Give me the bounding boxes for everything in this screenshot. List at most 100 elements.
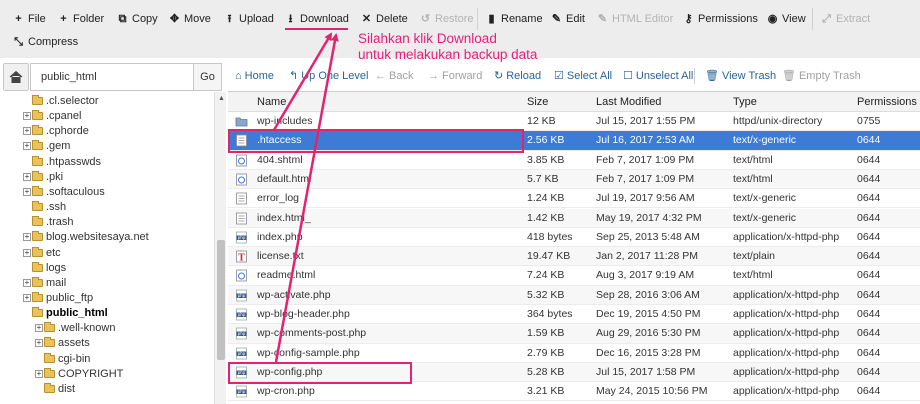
back-button[interactable]: ← Back <box>375 65 413 87</box>
expand-icon[interactable]: + <box>23 172 31 181</box>
up-one-level-button[interactable]: ↰ Up One Level <box>289 65 368 87</box>
table-row[interactable]: Tlicense.txt 19.47 KB Jan 2, 2017 11:28 PM… <box>228 247 920 267</box>
tree-item[interactable]: .htpasswds <box>32 155 101 170</box>
table-row[interactable]: php wp-cron.php 3.21 KB May 24, 2015 10:56 … <box>228 382 920 402</box>
tree-item[interactable]: + .gem <box>23 139 70 154</box>
restore-button[interactable]: ↺ Restore <box>420 9 474 29</box>
home-nav-button[interactable]: ⌂ Home <box>235 65 274 87</box>
view-trash-button[interactable]: 🗑 View Trash <box>705 65 776 87</box>
eye-icon: ◉ <box>767 13 778 25</box>
move-button[interactable]: ✥ Move <box>169 9 211 29</box>
new-folder-button[interactable]: + Folder <box>58 9 104 29</box>
reload-button[interactable]: ↻ Reload <box>494 65 541 87</box>
folder-tree: .cl.selector + .cpanel + .cphorde + .gem .htpas… <box>0 92 226 404</box>
select-all-button[interactable]: ☑ Select All <box>554 65 612 87</box>
extract-button[interactable]: ⤢ Extract <box>821 9 870 29</box>
cell-name: error_log <box>257 192 300 205</box>
cell-type: text/x-generic <box>733 134 797 147</box>
tree-item[interactable]: public_html <box>32 306 108 321</box>
column-header-name[interactable]: Name <box>257 92 286 112</box>
column-header-permissions[interactable]: Permissions <box>857 92 917 112</box>
empty-trash-button[interactable]: 🗑 Empty Trash <box>782 65 861 87</box>
go-button[interactable]: Go <box>193 63 222 91</box>
expand-icon[interactable]: + <box>23 248 31 257</box>
table-row[interactable]: default.html 5.7 KB Feb 7, 2017 1:09 PM tex… <box>228 169 920 190</box>
svg-text:php: php <box>238 235 246 240</box>
edit-button[interactable]: ✎ Edit <box>551 9 585 29</box>
tree-item[interactable]: + etc <box>23 246 61 261</box>
annotation-line-1: Silahkan klik Download <box>358 31 497 46</box>
expand-icon[interactable]: + <box>35 339 43 348</box>
expand-icon[interactable]: + <box>23 187 31 196</box>
tree-item[interactable]: dist <box>44 382 75 397</box>
table-row[interactable]: php wp-activate.php 5.32 KB Sep 28, 2016 3:… <box>228 285 920 305</box>
tree-item[interactable]: + .softaculous <box>23 185 105 200</box>
view-button[interactable]: ◉ View <box>767 9 806 29</box>
expand-icon[interactable]: + <box>35 369 43 378</box>
compress-icon: ⤡ <box>14 36 23 48</box>
delete-button[interactable]: ✕ Delete <box>361 9 408 29</box>
tree-item[interactable]: logs <box>32 261 66 276</box>
text-file-icon: T <box>236 250 247 263</box>
table-row[interactable]: readme.html 7.24 KB Aug 3, 2017 9:19 AM tex… <box>228 266 920 286</box>
permissions-button[interactable]: ⚷ Permissions <box>683 9 757 29</box>
tree-item[interactable]: + assets <box>35 336 90 351</box>
cell-name: 404.shtml <box>257 153 303 166</box>
html-editor-button[interactable]: ✎ HTML Editor <box>597 9 673 29</box>
expand-icon[interactable]: + <box>23 142 31 151</box>
expand-icon[interactable]: + <box>23 112 31 121</box>
tree-item[interactable]: .ssh <box>32 200 66 215</box>
expand-icon[interactable]: + <box>35 324 43 333</box>
download-button[interactable]: ⭳ Download <box>285 9 349 29</box>
cell-perms: 0644 <box>857 327 881 340</box>
cell-type: text/plain <box>733 250 776 263</box>
home-path-button[interactable] <box>3 63 29 91</box>
table-row[interactable]: php wp-config-sample.php 2.79 KB Dec 16, 20… <box>228 344 920 363</box>
cell-name: wp-activate.php <box>257 288 331 301</box>
upload-button[interactable]: ⭱ Upload <box>224 9 274 29</box>
folder-icon <box>235 117 248 127</box>
tree-item[interactable]: + mail <box>23 276 66 291</box>
rename-button[interactable]: ▮ Rename <box>486 9 542 29</box>
tree-item[interactable]: + .cphorde <box>23 124 89 139</box>
scrollbar-thumb[interactable] <box>217 240 225 360</box>
copy-button[interactable]: ⧉ Copy <box>117 9 158 29</box>
table-row[interactable]: php wp-blog-header.php 364 bytes Dec 19, 20… <box>228 305 920 325</box>
expand-icon[interactable]: + <box>23 127 31 136</box>
tree-item[interactable]: + blog.websitesaya.net <box>23 230 149 245</box>
column-header-modified[interactable]: Last Modified <box>596 92 661 112</box>
tree-item[interactable]: cgi-bin <box>44 352 90 367</box>
expand-icon[interactable]: + <box>23 233 31 242</box>
tree-item[interactable]: + COPYRIGHT <box>35 367 123 382</box>
cell-size: 5.28 KB <box>527 365 565 378</box>
tree-item[interactable]: .trash <box>32 215 74 230</box>
expand-icon[interactable]: + <box>23 278 31 287</box>
table-row[interactable]: php wp-comments-post.php 1.59 KB Aug 29, 20… <box>228 324 920 344</box>
folder-icon <box>32 110 43 121</box>
column-header-size[interactable]: Size <box>527 92 548 112</box>
tree-scrollbar[interactable]: ▲ <box>214 92 226 404</box>
tree-item[interactable]: + .pki <box>23 170 63 185</box>
unselect-all-button[interactable]: ☐ Unselect All <box>623 65 693 87</box>
cell-perms: 0644 <box>857 172 881 185</box>
cell-name: license.txt <box>257 250 304 263</box>
new-file-button[interactable]: + File <box>13 9 45 29</box>
table-row[interactable]: php index.php 418 bytes Sep 25, 2013 5:48 A… <box>228 228 920 248</box>
cell-perms: 0644 <box>857 153 881 166</box>
table-row[interactable]: error_log 1.24 KB Jul 19, 2017 9:56 AM text… <box>228 189 920 209</box>
tree-item[interactable]: .cl.selector <box>32 94 99 109</box>
path-input[interactable]: public_html <box>30 63 194 91</box>
forward-button[interactable]: → Forward <box>428 65 482 87</box>
folder-icon <box>32 216 43 227</box>
folder-icon <box>32 246 43 257</box>
scroll-up-icon[interactable]: ▲ <box>218 95 225 102</box>
tree-item[interactable]: + .cpanel <box>23 109 81 124</box>
expand-icon[interactable]: + <box>23 293 31 302</box>
tree-item[interactable]: + .well-known <box>35 321 115 336</box>
table-row[interactable]: index.html_ 1.42 KB May 19, 2017 4:32 PM te… <box>228 208 920 228</box>
tree-item[interactable]: + public_ftp <box>23 291 93 306</box>
compress-button[interactable]: ⤡ Compress <box>13 32 78 52</box>
folder-icon <box>32 170 43 181</box>
column-header-type[interactable]: Type <box>733 92 757 112</box>
table-row[interactable]: 404.shtml 3.85 KB Feb 7, 2017 1:09 PM text/… <box>228 151 920 170</box>
